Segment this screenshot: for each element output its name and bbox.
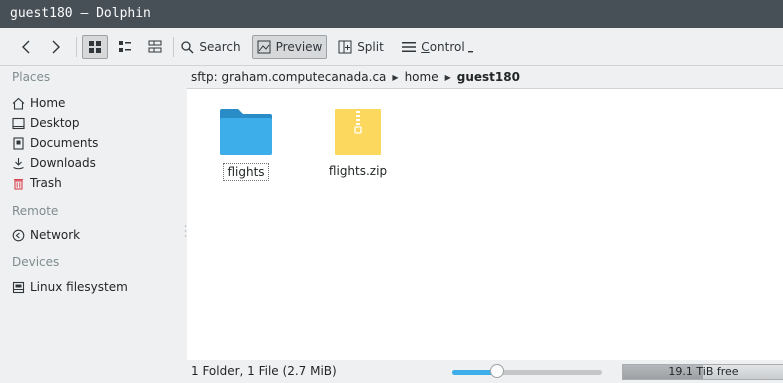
- file-name: flights: [223, 163, 269, 181]
- places-section-title: Places: [12, 70, 51, 84]
- place-home[interactable]: Home: [12, 93, 180, 113]
- details-view-button[interactable]: [142, 35, 168, 59]
- details-view-icon: [148, 40, 162, 53]
- place-label: Home: [30, 96, 66, 110]
- breadcrumb-item-current[interactable]: guest180: [457, 70, 520, 84]
- split-icon: [338, 40, 352, 54]
- chevron-right-icon: [52, 40, 60, 54]
- forward-button[interactable]: [44, 35, 68, 59]
- compact-view-icon: [119, 41, 131, 52]
- place-downloads[interactable]: Downloads: [12, 153, 180, 173]
- chevron-left-icon: [22, 40, 30, 54]
- dropdown-indicator-icon: [467, 51, 473, 53]
- downloads-icon: [13, 157, 24, 169]
- free-space-bar[interactable]: 19.1 TiB free: [622, 364, 783, 380]
- devices-section-title: Devices: [12, 255, 60, 269]
- place-label: Downloads: [30, 156, 96, 170]
- place-label: Desktop: [30, 116, 80, 130]
- split-button[interactable]: Split: [334, 35, 388, 59]
- breadcrumb: sftp: graham.computecanada.ca ▶ home ▶ g…: [187, 66, 783, 88]
- preview-icon: [257, 40, 271, 54]
- preview-button[interactable]: Preview: [252, 35, 327, 59]
- icons-view-button[interactable]: [82, 35, 108, 59]
- search-label: Search: [199, 40, 241, 54]
- file-item-flights-zip[interactable]: flights.zip: [313, 107, 403, 179]
- zoom-slider-handle[interactable]: [490, 364, 504, 378]
- status-summary: 1 Folder, 1 File (2.7 MiB): [191, 364, 337, 378]
- documents-icon: [13, 136, 24, 150]
- places-panel: Places Home Desktop Documents Downloads …: [0, 66, 184, 383]
- place-label: Trash: [30, 176, 62, 190]
- toolbar: Search Preview Split Control: [0, 28, 783, 66]
- window-title: guest180 — Dolphin: [0, 0, 783, 28]
- archive-icon: [335, 109, 381, 155]
- place-trash[interactable]: Trash: [12, 173, 180, 193]
- main-view: sftp: graham.computecanada.ca ▶ home ▶ g…: [187, 66, 783, 383]
- remote-section-title: Remote: [12, 204, 59, 218]
- status-bar: 1 Folder, 1 File (2.7 MiB) 19.1 TiB free: [187, 360, 783, 383]
- desktop-icon: [12, 117, 25, 129]
- search-icon: [181, 40, 194, 53]
- preview-label: Preview: [275, 40, 323, 54]
- back-button[interactable]: [14, 35, 38, 59]
- icons-view-icon: [89, 41, 101, 53]
- file-item-flights[interactable]: flights: [201, 107, 291, 181]
- search-button[interactable]: Search: [178, 35, 244, 59]
- place-label: Linux filesystem: [30, 280, 128, 294]
- folder-icon: [220, 109, 272, 155]
- place-desktop[interactable]: Desktop: [12, 113, 180, 133]
- breadcrumb-arrow-icon[interactable]: ▶: [392, 73, 398, 82]
- compact-view-button[interactable]: [112, 35, 138, 59]
- place-network[interactable]: Network: [12, 225, 180, 245]
- control-label: Control: [421, 40, 465, 54]
- device-linux-filesystem[interactable]: Linux filesystem: [12, 277, 180, 297]
- split-label: Split: [357, 40, 384, 54]
- control-menu-button[interactable]: Control: [398, 35, 478, 59]
- place-documents[interactable]: Documents: [12, 133, 180, 153]
- free-space-label: 19.1 TiB free: [668, 365, 739, 378]
- hamburger-menu-icon: [402, 42, 417, 52]
- trash-icon: [14, 178, 23, 190]
- network-icon: [12, 229, 25, 241]
- breadcrumb-item-host[interactable]: sftp: graham.computecanada.ca: [191, 70, 386, 84]
- file-name: flights.zip: [328, 164, 388, 178]
- home-icon: [12, 97, 25, 110]
- place-label: Network: [30, 228, 81, 242]
- place-label: Documents: [30, 136, 99, 150]
- drive-icon: [12, 281, 25, 293]
- breadcrumb-arrow-icon[interactable]: ▶: [445, 73, 451, 82]
- breadcrumb-item-home[interactable]: home: [405, 70, 439, 84]
- file-view[interactable]: flights flights.zip: [187, 88, 783, 360]
- zoom-slider[interactable]: [452, 370, 602, 375]
